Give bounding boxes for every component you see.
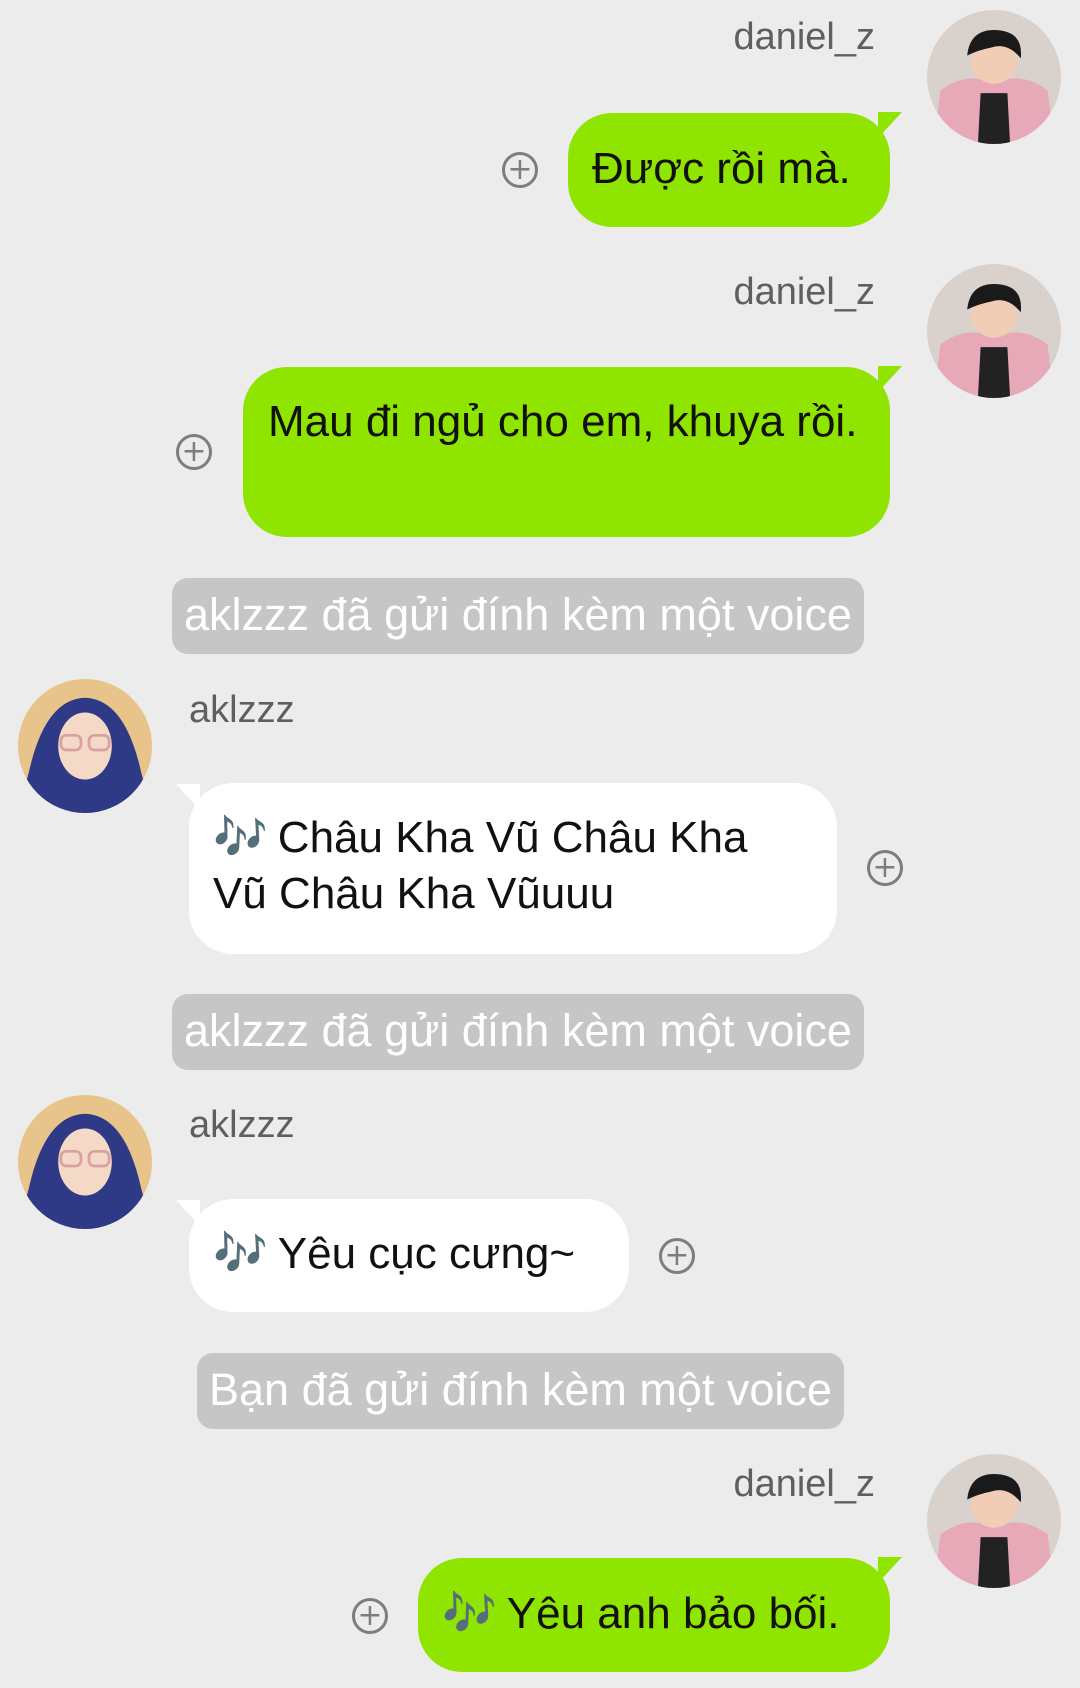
music-note-icon: 🎶: [213, 812, 268, 863]
bubble-tail: [878, 366, 902, 392]
add-reaction-button[interactable]: +: [659, 1238, 695, 1274]
bubble-tail: [878, 112, 902, 138]
message-bubble-sent[interactable]: 🎶 Yêu anh bảo bối.: [418, 1558, 890, 1672]
message-text: Yêu anh bảo bối.: [506, 1589, 840, 1638]
bubble-tail: [878, 1557, 902, 1583]
music-note-icon: 🎶: [213, 1228, 268, 1279]
message-text: Mau đi ngủ cho em, khuya rồi.: [268, 397, 858, 446]
avatar-daniel-image: [927, 264, 1061, 398]
avatar-aklzzz[interactable]: [18, 679, 152, 813]
system-notice: Bạn đã gửi đính kèm một voice: [197, 1353, 844, 1429]
music-note-icon: 🎶: [442, 1588, 497, 1639]
avatar-daniel[interactable]: [927, 264, 1061, 398]
plus-icon: +: [357, 1598, 383, 1633]
avatar-daniel-image: [927, 1454, 1061, 1588]
plus-icon: +: [664, 1238, 690, 1273]
message-text: Châu Kha Vũ Châu Kha Vũ Châu Kha Vũuuu: [213, 813, 748, 918]
system-notice: aklzzz đã gửi đính kèm một voice: [172, 994, 864, 1070]
avatar-daniel[interactable]: [927, 10, 1061, 144]
message-bubble-received[interactable]: 🎶 Châu Kha Vũ Châu Kha Vũ Châu Kha Vũuuu: [189, 783, 837, 954]
avatar-aklzzz[interactable]: [18, 1095, 152, 1229]
avatar-daniel-image: [927, 10, 1061, 144]
message-bubble-sent[interactable]: Được rồi mà.: [568, 113, 890, 227]
plus-icon: +: [872, 850, 898, 885]
add-reaction-button[interactable]: +: [867, 850, 903, 886]
plus-icon: +: [507, 152, 533, 187]
sender-name: aklzzz: [189, 689, 295, 731]
system-notice: aklzzz đã gửi đính kèm một voice: [172, 578, 864, 654]
sender-name: daniel_z: [733, 1463, 875, 1505]
sender-name: daniel_z: [733, 271, 875, 313]
add-reaction-button[interactable]: +: [502, 152, 538, 188]
avatar-daniel[interactable]: [927, 1454, 1061, 1588]
sender-name: daniel_z: [733, 16, 875, 58]
add-reaction-button[interactable]: +: [352, 1598, 388, 1634]
message-text: Được rồi mà.: [592, 144, 851, 193]
sender-name: aklzzz: [189, 1104, 295, 1146]
message-bubble-sent[interactable]: Mau đi ngủ cho em, khuya rồi.: [243, 367, 890, 537]
avatar-aklzzz-image: [18, 1095, 152, 1229]
message-text: Yêu cục cưng~: [277, 1229, 576, 1278]
add-reaction-button[interactable]: +: [176, 434, 212, 470]
plus-icon: +: [181, 434, 207, 469]
message-bubble-received[interactable]: 🎶 Yêu cục cưng~: [189, 1199, 629, 1312]
avatar-aklzzz-image: [18, 679, 152, 813]
